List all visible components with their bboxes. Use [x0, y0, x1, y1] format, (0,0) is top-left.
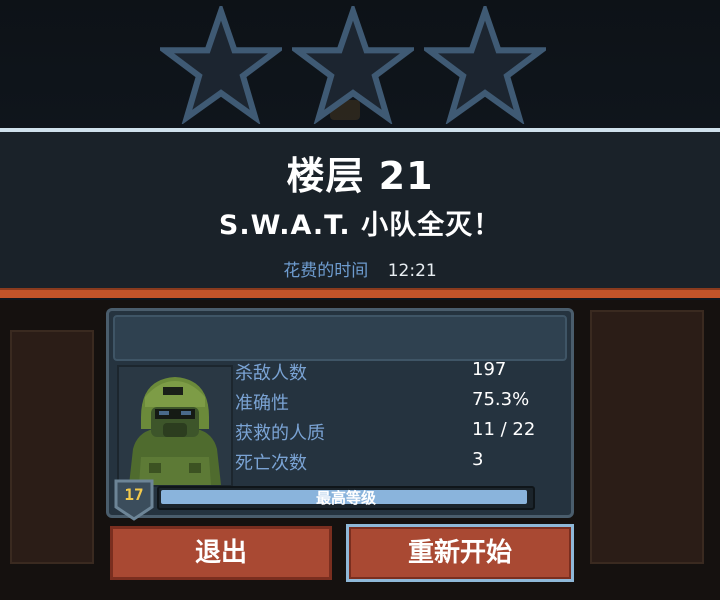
stat-label-accuracy: 准确性 [235, 393, 289, 414]
floor-title: 楼层 21 [286, 154, 434, 198]
quit-button[interactable]: 退出 [110, 526, 332, 580]
stats-panel: 杀敌人数 197 准确性 75.3% 获救的人质 11 / 22 死亡次数 3 … [106, 308, 574, 521]
stat-value-deaths: 3 [472, 449, 484, 470]
restart-button[interactable]: 重新开始 [346, 524, 574, 582]
star-icon [424, 6, 546, 124]
star-icon [292, 6, 414, 124]
banner-divider [0, 288, 720, 298]
character-portrait [117, 365, 233, 487]
stat-label-kills: 杀敌人数 [235, 363, 307, 384]
xp-progress-label: 最高等级 [315, 489, 376, 507]
background-shelf [590, 310, 704, 564]
level-number: 17 [124, 485, 144, 504]
star-rating [160, 6, 560, 124]
stat-label-hostages: 获救的人质 [235, 423, 325, 444]
background-shelf [10, 330, 94, 564]
star-icon [160, 6, 282, 124]
stat-value-kills: 197 [472, 359, 507, 380]
swat-soldier-icon [119, 367, 231, 485]
result-message: S.W.A.T. 小队全灭！ [218, 210, 502, 241]
panel-header [113, 315, 567, 361]
stat-value-hostages: 11 / 22 [472, 419, 536, 440]
time-label: 花费的时间 [283, 261, 369, 281]
time-value: 12:21 [387, 261, 437, 281]
time-row: 花费的时间 12:21 [0, 256, 720, 281]
stat-value-accuracy: 75.3% [472, 389, 530, 410]
stat-label-deaths: 死亡次数 [235, 453, 307, 474]
